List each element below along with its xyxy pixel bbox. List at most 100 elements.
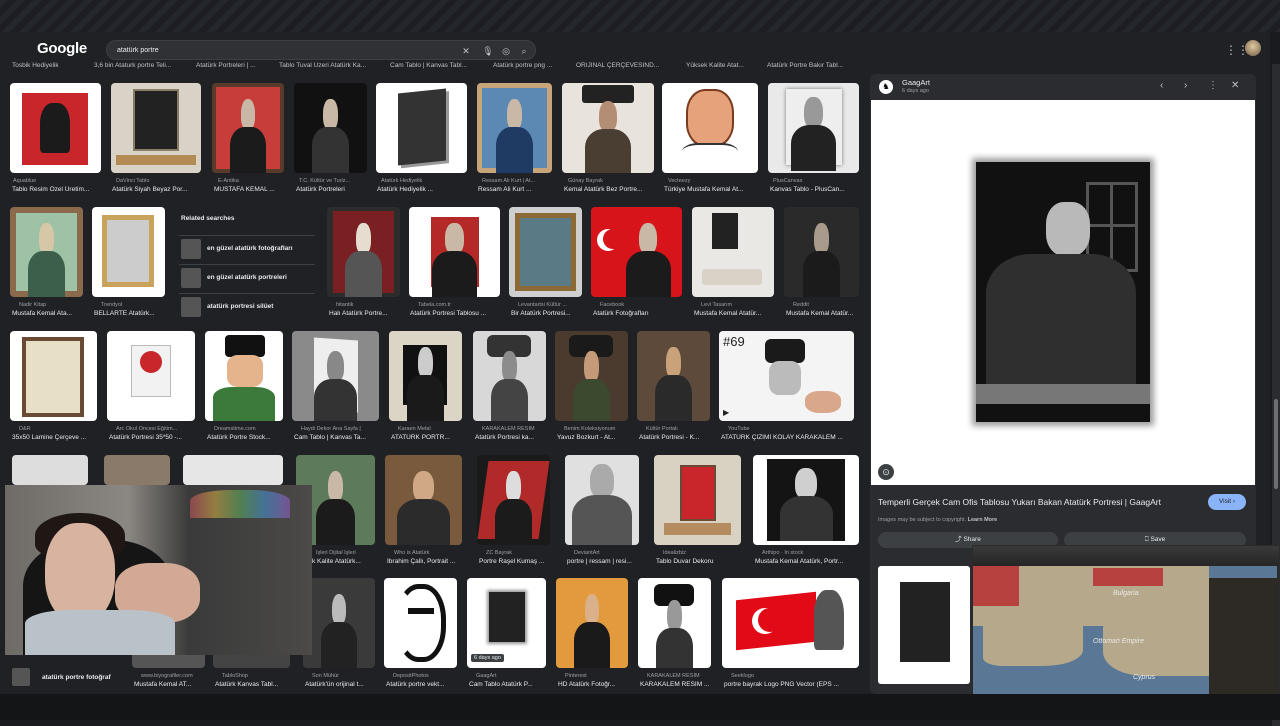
image-result[interactable]: Tabela.com.tr Atatürk Portresi Tablosu .… — [409, 207, 501, 319]
image-result[interactable]: #69 ▶ YouTube ATATÜRK ÇİZİMİ KOLAY KARAK… — [719, 331, 860, 443]
image-result[interactable]: Aquablue Tablo Resim Özel Üretim... — [10, 83, 102, 195]
result-thumbnail[interactable] — [509, 207, 582, 297]
image-result[interactable]: Arthipo · In stock Mustafa Kemal Atatürk… — [753, 455, 860, 567]
result-title[interactable]: portre bayrak Logo PNG Vector (EPS ... — [724, 681, 860, 688]
visit-button[interactable]: Visit › — [1208, 494, 1246, 510]
result-title[interactable]: Tablo Duvar Dekoru — [656, 558, 742, 565]
google-lens-icon[interactable]: ⊙ — [878, 464, 894, 480]
scrollbar-thumb[interactable] — [1274, 399, 1278, 489]
result-thumbnail[interactable] — [753, 455, 859, 545]
result-title[interactable]: Ressam Ali Kurt ... — [478, 186, 553, 193]
more-options-icon[interactable]: ⋮ — [1208, 80, 1218, 91]
result-title[interactable]: 35x50 Lamine Çerçeve ... — [12, 434, 98, 441]
image-result[interactable]: Arc Okul Öncesi Eğitim... Atatürk Portre… — [107, 331, 196, 443]
result-thumbnail[interactable] — [292, 331, 379, 421]
result-title[interactable]: Mustafa Kemal Atatür... — [694, 310, 775, 317]
preview-image[interactable] — [871, 100, 1255, 485]
image-result[interactable]: Seeklogo portre bayrak Logo PNG Vector (… — [722, 578, 860, 690]
result-title[interactable]: Mustafa Kemal Atatürk, Portr... — [755, 558, 860, 565]
result-title[interactable]: Atatürk Fotoğrafları — [593, 310, 683, 317]
image-result[interactable]: Levi Tasarım Mustafa Kemal Atatür... — [692, 207, 775, 319]
result-title[interactable]: Yavuz Bozkurt - At... — [557, 434, 629, 441]
result-thumbnail[interactable] — [768, 83, 859, 173]
result-thumbnail[interactable] — [562, 83, 654, 173]
result-thumbnail[interactable] — [692, 207, 774, 297]
image-result[interactable]: Levantartsi Kültür ... Bir Atatürk Portr… — [509, 207, 583, 319]
next-icon[interactable]: › — [1184, 80, 1187, 91]
result-title[interactable]: Mustafa Kemal Ata... — [12, 310, 84, 317]
result-thumbnail[interactable] — [205, 331, 283, 421]
image-result[interactable]: Ressam Ali Kurt | At... Ressam Ali Kurt … — [477, 83, 553, 195]
result-title[interactable]: Portre Raşel Kumaş ... — [479, 558, 551, 565]
avatar[interactable] — [1245, 40, 1261, 56]
result-thumbnail[interactable] — [107, 331, 195, 421]
result-thumbnail[interactable] — [722, 578, 859, 668]
result-title[interactable]: ATATÜRK PORTR... — [391, 434, 463, 441]
image-result[interactable]: Atatürk Hediyelik Atatürk Hediyelik ... — [376, 83, 468, 195]
image-result[interactable]: DaVinci Tablo Atatürk Siyah Beyaz Por... — [111, 83, 203, 195]
result-thumbnail[interactable] — [565, 455, 639, 545]
result-title[interactable]: HD Atatürk Fotoğr... — [558, 681, 629, 688]
image-result[interactable]: Günay Bayrak Kemal Atatürk Bez Portre... — [562, 83, 654, 195]
learn-more-link[interactable]: Learn More — [968, 517, 998, 523]
result-thumbnail[interactable] — [10, 83, 101, 173]
result-thumbnail[interactable]: 6 days ago — [467, 578, 546, 668]
result-title[interactable]: Atatürk Portresi 35*50 -... — [109, 434, 196, 441]
result-title[interactable]: Atatürk Portresi - K... — [639, 434, 711, 441]
image-result[interactable]: Kültür Portalı Atatürk Portresi - K... — [637, 331, 711, 443]
result-thumbnail[interactable] — [183, 455, 283, 485]
result-thumbnail[interactable] — [92, 207, 165, 297]
related-search-item[interactable]: atatürk portre fotoğraf — [12, 667, 122, 687]
result-thumbnail[interactable] — [637, 331, 710, 421]
result-thumbnail[interactable] — [591, 207, 682, 297]
image-result[interactable]: DeviantArt portre | ressam | resi... — [565, 455, 640, 567]
result-thumbnail[interactable] — [473, 331, 546, 421]
result-thumbnail[interactable] — [111, 83, 201, 173]
related-search-item[interactable]: en güzel atatürk fotoğrafları — [179, 235, 315, 261]
result-title[interactable]: Atatürk Portresi ka... — [475, 434, 547, 441]
result-title[interactable]: Atatürk portre vekt... — [386, 681, 458, 688]
result-thumbnail[interactable] — [638, 578, 711, 668]
preview-title[interactable]: Temperli Gerçek Cam Ofis Tablosu Yukarı … — [878, 497, 1208, 507]
result-thumbnail[interactable] — [327, 207, 400, 297]
image-result[interactable]: ZC Bayrak Portre Raşel Kumaş ... — [477, 455, 551, 567]
image-result[interactable]: Dreamstime.com Atatürk Portre Stock... — [205, 331, 284, 443]
close-icon[interactable]: ✕ — [1231, 80, 1239, 91]
result-thumbnail[interactable] — [212, 83, 284, 173]
image-result[interactable]: Benim Koleksiyonum Yavuz Bozkurt - At... — [555, 331, 629, 443]
result-title[interactable]: Mustafa Kemal AT... — [134, 681, 206, 688]
result-thumbnail[interactable] — [303, 578, 375, 668]
result-title[interactable]: Bir Atatürk Portresi... — [511, 310, 583, 317]
preview-site-name[interactable]: GaagArt — [902, 78, 930, 87]
result-thumbnail[interactable] — [10, 207, 83, 297]
result-title[interactable]: Atatürk Siyah Beyaz Por... — [112, 186, 203, 193]
image-result[interactable]: Karaen Metal ATATÜRK PORTR... — [389, 331, 463, 443]
image-result[interactable]: DepositPhotos Atatürk portre vekt... — [384, 578, 458, 690]
image-result[interactable]: T.C. Kültür ve Turiz... Atatürk Portrele… — [294, 83, 368, 195]
related-search-item[interactable]: atatürk portresi silüet — [179, 293, 315, 319]
image-result[interactable]: Facebook Atatürk Fotoğrafları — [591, 207, 683, 319]
result-thumbnail[interactable] — [556, 578, 628, 668]
result-title[interactable]: Cam Tablo | Kanvas Ta... — [294, 434, 380, 441]
result-thumbnail[interactable]: #69 ▶ — [719, 331, 854, 421]
image-result[interactable]: Reddit Mustafa Kemal Atatür... — [784, 207, 860, 319]
image-result[interactable]: E-Antika MUSTAFA KEMAL ... — [212, 83, 286, 195]
result-title[interactable]: ATATÜRK ÇİZİMİ KOLAY KARAKALEM ... — [721, 434, 860, 441]
image-result[interactable]: hitantik Halı Atatürk Portre... — [327, 207, 401, 319]
result-title[interactable]: portre | ressam | resi... — [567, 558, 640, 565]
result-title[interactable]: BELLARTE Atatürk... — [94, 310, 166, 317]
image-result[interactable]: Pinterest HD Atatürk Fotoğr... — [556, 578, 629, 690]
image-result[interactable]: Vecteezy Türkiye Mustafa Kemal At... — [662, 83, 759, 195]
result-thumbnail[interactable] — [294, 83, 367, 173]
result-title[interactable]: Atatürk Portresi Tablosu ... — [410, 310, 501, 317]
result-title[interactable]: Kanvas Tablo - PlusCan... — [770, 186, 860, 193]
result-title[interactable]: Mustafa Kemal Atatür... — [786, 310, 860, 317]
result-title[interactable]: Atatürk Kanvas Tabl... — [215, 681, 291, 688]
image-result[interactable]: KARAKALEM RESIM KARAKALEM RESIM ... — [638, 578, 712, 690]
result-thumbnail[interactable] — [12, 455, 88, 485]
result-title[interactable]: Atatürk Portreleri — [296, 186, 368, 193]
image-result[interactable]: D&R 35x50 Lamine Çerçeve ... — [10, 331, 98, 443]
result-thumbnail[interactable] — [389, 331, 462, 421]
result-title[interactable]: Türkiye Mustafa Kemal At... — [664, 186, 759, 193]
result-thumbnail[interactable] — [104, 455, 170, 485]
